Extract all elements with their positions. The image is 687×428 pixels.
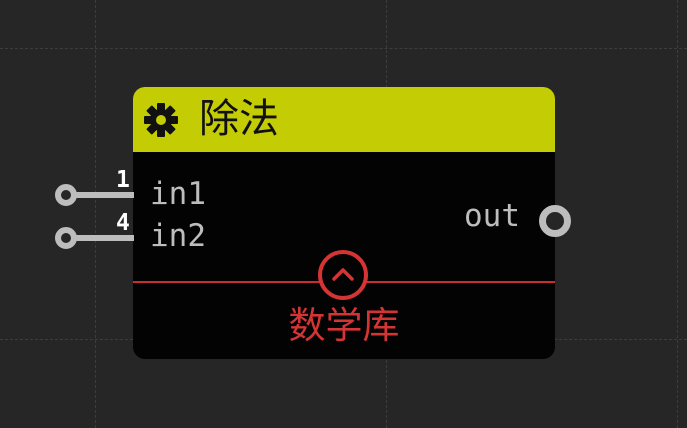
input-port-label-in2: in2 (150, 218, 206, 254)
gear-icon (144, 103, 178, 137)
input-socket-in2[interactable] (55, 227, 77, 249)
output-socket-out[interactable] (539, 205, 571, 237)
grid-line (0, 48, 687, 49)
input-value-in1: 1 (116, 167, 130, 193)
grid-line (95, 0, 96, 428)
input-port-label-in1: in1 (150, 176, 206, 212)
node-title: 除法 (199, 96, 279, 142)
output-port-label-out: out (464, 198, 520, 234)
chevron-up-icon (332, 268, 354, 281)
collapse-button[interactable] (318, 250, 368, 300)
node-category-label: 数学库 (288, 304, 400, 347)
node-header[interactable]: 除法 (133, 87, 555, 152)
input-value-in2: 4 (116, 210, 130, 236)
input-socket-in1[interactable] (55, 184, 77, 206)
division-node[interactable]: 除法 in1 in2 out 数学库 (133, 87, 555, 359)
grid-line (677, 0, 678, 428)
